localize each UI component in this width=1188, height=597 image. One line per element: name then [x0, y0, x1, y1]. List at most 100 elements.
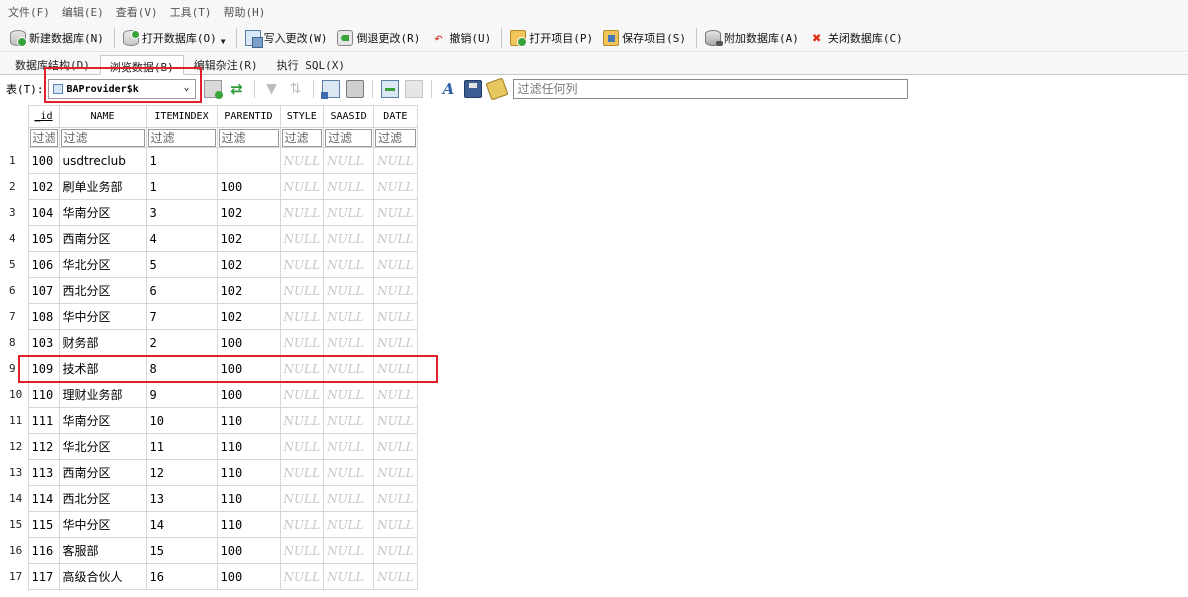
filter-input-style[interactable]	[281, 128, 323, 147]
table-row[interactable]: 13 113 西南分区 12 110 NULL NULL NULL	[6, 459, 418, 486]
table-row[interactable]: 6 107 西北分区 6 102 NULL NULL NULL	[6, 277, 418, 304]
cell-name[interactable]: 华中分区	[58, 511, 147, 538]
cell-name[interactable]: 西北分区	[58, 485, 147, 512]
new-database-button[interactable]: 新建数据库(N)	[6, 26, 110, 50]
table-row[interactable]: 7 108 华中分区 7 102 NULL NULL NULL	[6, 303, 418, 330]
row-number[interactable]: 13	[6, 460, 28, 486]
cell-itemindex[interactable]: 14	[145, 511, 218, 538]
clear-filter-icon[interactable]: ▼	[263, 80, 281, 98]
table-row[interactable]: 5 106 华北分区 5 102 NULL NULL NULL	[6, 251, 418, 278]
cell-id[interactable]: 100	[27, 147, 60, 174]
cell-id[interactable]: 117	[27, 563, 60, 590]
filter-input-saasid[interactable]	[325, 128, 373, 147]
tab-database-structure[interactable]: 数据库结构(D)	[6, 54, 99, 74]
filter-any-column-input[interactable]	[512, 79, 908, 99]
cell-parentid[interactable]: 102	[216, 277, 281, 304]
column-header-saasid[interactable]: SAASID	[323, 105, 375, 128]
cell-style-null[interactable]: NULL	[279, 407, 325, 434]
cell-name[interactable]: 华中分区	[58, 303, 147, 330]
row-number[interactable]: 10	[6, 382, 28, 408]
column-header-parentid[interactable]: PARENTID	[216, 105, 281, 128]
filter-input-date[interactable]	[375, 128, 416, 147]
cell-style-null[interactable]: NULL	[279, 459, 325, 486]
cell-parentid[interactable]: 102	[216, 225, 281, 252]
table-row[interactable]: 4 105 西南分区 4 102 NULL NULL NULL	[6, 225, 418, 252]
cell-parentid[interactable]: 110	[216, 485, 281, 512]
row-number[interactable]: 8	[6, 330, 28, 356]
cell-parentid[interactable]: 100	[216, 381, 281, 408]
cell-id[interactable]: 104	[27, 199, 60, 226]
table-row[interactable]: 9 109 技术部 8 100 NULL NULL NULL	[6, 355, 418, 382]
cell-style-null[interactable]: NULL	[279, 511, 325, 538]
cell-date-null[interactable]: NULL	[373, 329, 418, 356]
floppy-icon[interactable]	[463, 80, 482, 98]
cell-itemindex[interactable]: 10	[145, 407, 218, 434]
cell-name[interactable]: 刷单业务部	[58, 173, 147, 200]
cell-parentid[interactable]: 100	[216, 329, 281, 356]
cell-name[interactable]: 华南分区	[58, 199, 147, 226]
cell-itemindex[interactable]: 13	[145, 485, 218, 512]
cell-parentid[interactable]: 110	[216, 459, 281, 486]
cell-date-null[interactable]: NULL	[373, 537, 418, 564]
cell-id[interactable]: 102	[27, 173, 60, 200]
cell-name[interactable]: 技术部	[58, 355, 147, 382]
column-header-name[interactable]: NAME	[58, 105, 147, 128]
cell-name[interactable]: 华北分区	[58, 433, 147, 460]
cell-date-null[interactable]: NULL	[373, 277, 418, 304]
cell-name[interactable]: 西南分区	[58, 225, 147, 252]
cell-saasid-null[interactable]: NULL	[323, 251, 375, 278]
menu-help[interactable]: 帮助(H)	[224, 2, 266, 22]
open-database-button[interactable]: 打开数据库(O) ▼	[119, 26, 232, 50]
cell-itemindex[interactable]: 8	[145, 355, 218, 382]
menu-view[interactable]: 查看(V)	[116, 2, 158, 22]
save-project-button[interactable]: 保存项目(S)	[599, 26, 692, 50]
cell-name[interactable]: 客服部	[58, 537, 147, 564]
table-row[interactable]: 2 102 刷单业务部 1 100 NULL NULL NULL	[6, 173, 418, 200]
attach-database-button[interactable]: 附加数据库(A)	[701, 26, 805, 50]
cell-date-null[interactable]: NULL	[373, 407, 418, 434]
cell-style-null[interactable]: NULL	[279, 537, 325, 564]
table-select[interactable]: BAProvider$k ⌄	[47, 79, 196, 99]
cell-parentid[interactable]: 100	[216, 173, 281, 200]
cell-name[interactable]: 西北分区	[58, 277, 147, 304]
table-row[interactable]: 14 114 西北分区 13 110 NULL NULL NULL	[6, 485, 418, 512]
column-header-style[interactable]: STYLE	[279, 105, 325, 128]
table-row[interactable]: 16 116 客服部 15 100 NULL NULL NULL	[6, 537, 418, 564]
row-number[interactable]: 14	[6, 486, 28, 512]
add-record-icon[interactable]	[203, 80, 223, 99]
cell-saasid-null[interactable]: NULL	[323, 407, 375, 434]
cell-date-null[interactable]: NULL	[373, 303, 418, 330]
cell-name[interactable]: 华南分区	[58, 407, 147, 434]
write-changes-button[interactable]: 写入更改(W)	[241, 26, 334, 50]
cell-itemindex[interactable]: 2	[145, 329, 218, 356]
open-project-button[interactable]: 打开项目(P)	[506, 26, 599, 50]
tab-browse-data[interactable]: 浏览数据(B)	[99, 55, 184, 75]
table-row[interactable]: 17 117 高级合伙人 16 100 NULL NULL NULL	[6, 563, 418, 590]
clear-sort-icon[interactable]: ⇅	[287, 80, 305, 98]
close-database-button[interactable]: ✖ 关闭数据库(C)	[805, 26, 909, 50]
tools-icon[interactable]	[484, 77, 509, 101]
cell-saasid-null[interactable]: NULL	[323, 355, 375, 382]
row-number[interactable]: 3	[6, 200, 28, 226]
cell-parentid[interactable]: 110	[216, 511, 281, 538]
row-number[interactable]: 11	[6, 408, 28, 434]
cell-parentid[interactable]: 102	[216, 199, 281, 226]
cell-style-null[interactable]: NULL	[279, 303, 325, 330]
cell-saasid-null[interactable]: NULL	[323, 433, 375, 460]
cell-id[interactable]: 109	[27, 355, 60, 382]
cell-date-null[interactable]: NULL	[373, 251, 418, 278]
cell-parentid[interactable]: 110	[216, 433, 281, 460]
cell-itemindex[interactable]: 4	[145, 225, 218, 252]
cell-itemindex[interactable]: 7	[145, 303, 218, 330]
menu-edit[interactable]: 编辑(E)	[62, 2, 104, 22]
row-number[interactable]: 5	[6, 252, 28, 278]
cell-id[interactable]: 106	[27, 251, 60, 278]
cell-saasid-null[interactable]: NULL	[323, 225, 375, 252]
column-header-itemindex[interactable]: ITEMINDEX	[145, 105, 218, 128]
filter-input-id[interactable]	[29, 128, 58, 147]
cell-parentid[interactable]: 100	[216, 537, 281, 564]
cell-saasid-null[interactable]: NULL	[323, 511, 375, 538]
revert-changes-button[interactable]: 倒退更改(R)	[333, 26, 426, 50]
cell-date-null[interactable]: NULL	[373, 563, 418, 590]
save-view-icon[interactable]	[380, 80, 399, 98]
